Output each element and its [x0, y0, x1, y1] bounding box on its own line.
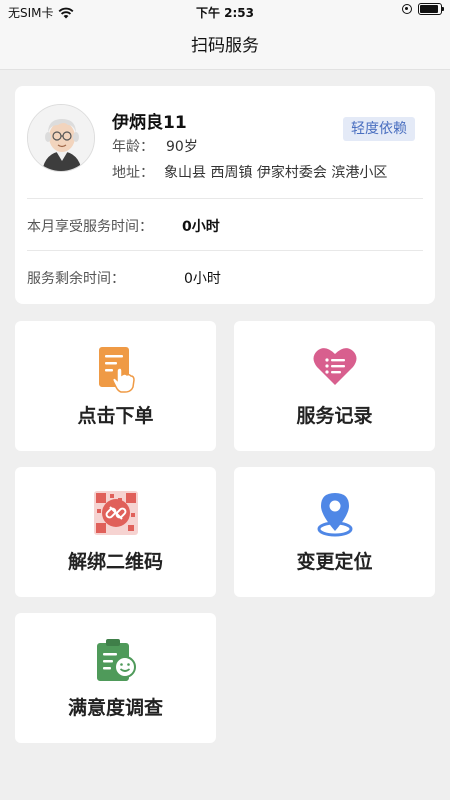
- age-row: 年龄： 90岁: [112, 136, 198, 156]
- age-value: 90岁: [166, 139, 198, 155]
- record-heart-icon: [313, 348, 356, 385]
- address-value: 象山县 西周镇 伊家村委会 滨港小区: [164, 165, 388, 181]
- survey-icon: [96, 639, 136, 681]
- divider: [27, 250, 423, 251]
- divider: [27, 198, 423, 199]
- age-label: 年龄：: [112, 139, 154, 155]
- status-bar: 无SIM卡 下午 2:53: [0, 0, 450, 22]
- tile-label: 满意度调查: [67, 697, 163, 719]
- remaining-label: 服务剩余时间：: [27, 271, 125, 287]
- remaining-value: 0小时: [184, 271, 221, 287]
- address-row: 地址： 象山县 西周镇 伊家村委会 滨港小区: [112, 162, 387, 182]
- remaining-row: 服务剩余时间： 0小时: [27, 268, 327, 288]
- month-service-label: 本月享受服务时间：: [27, 219, 153, 235]
- avatar: [27, 104, 95, 172]
- icon-wrap: [234, 345, 435, 393]
- icon-wrap: [15, 491, 216, 539]
- page-title: 扫码服务: [191, 36, 259, 56]
- location-icon: [317, 493, 352, 537]
- address-label: 地址：: [112, 165, 154, 181]
- place-order-tile[interactable]: 点击下单: [15, 321, 216, 451]
- profile-card: 伊炳良11 轻度依赖 年龄： 90岁 地址： 象山县 西周镇 伊家村委会 滨港小区 …: [15, 86, 435, 304]
- icon-wrap: [15, 637, 216, 685]
- month-service-row: 本月享受服务时间： 0小时: [27, 216, 327, 236]
- icon-wrap: [15, 345, 216, 393]
- month-service-value: 0小时: [182, 219, 220, 235]
- elderly-avatar-icon: [28, 105, 94, 171]
- unbind-qr-icon: [93, 491, 138, 535]
- user-name: 伊炳良11: [112, 113, 187, 133]
- order-icon: [98, 347, 135, 393]
- tile-label: 服务记录: [296, 405, 373, 427]
- change-location-tile[interactable]: 变更定位: [234, 467, 435, 597]
- battery-icon: [418, 3, 444, 15]
- service-record-tile[interactable]: 服务记录: [234, 321, 435, 451]
- unbind-qr-tile[interactable]: 解绑二维码: [15, 467, 216, 597]
- orientation-lock-icon: [402, 4, 412, 14]
- satisfaction-survey-tile[interactable]: 满意度调查: [15, 613, 216, 743]
- tile-label: 变更定位: [296, 551, 373, 573]
- nav-bar: 扫码服务: [0, 22, 450, 70]
- icon-wrap: [234, 491, 435, 539]
- tile-label: 点击下单: [77, 405, 154, 427]
- status-right: [402, 3, 444, 15]
- dependency-badge: 轻度依赖: [343, 117, 415, 141]
- status-time: 下午 2:53: [195, 6, 255, 20]
- tile-label: 解绑二维码: [67, 551, 163, 573]
